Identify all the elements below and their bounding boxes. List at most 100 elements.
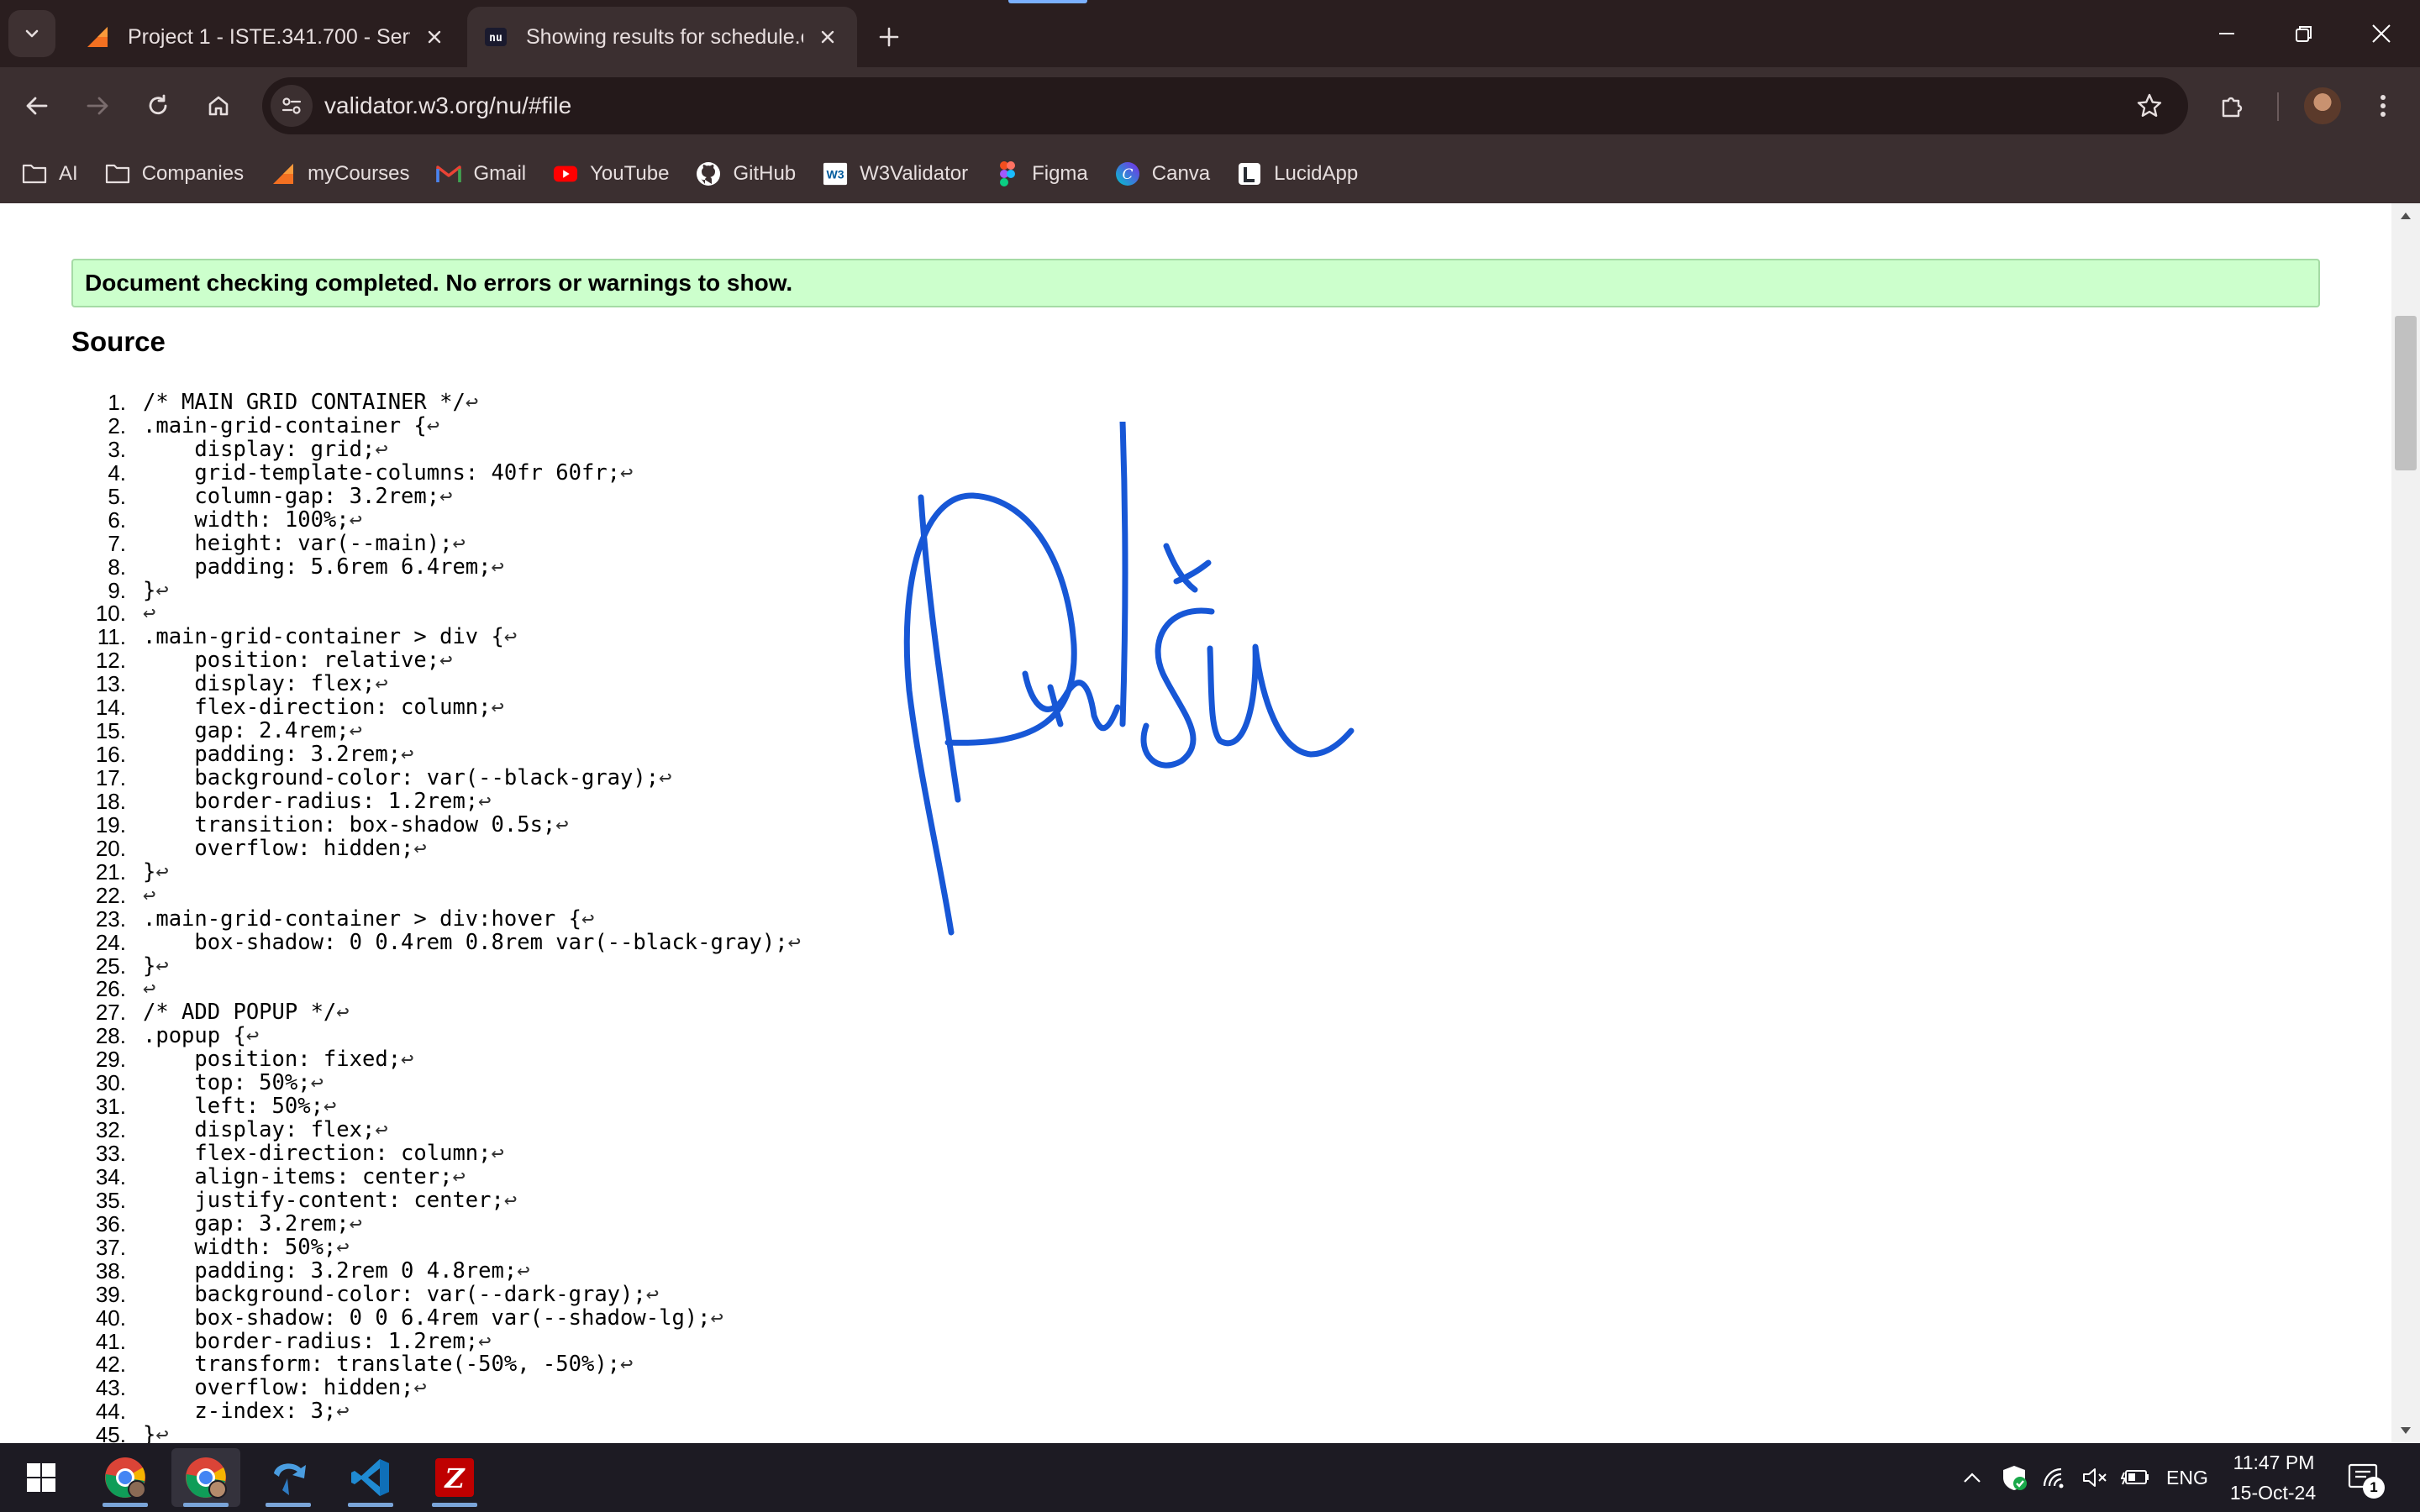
menu-button[interactable] bbox=[2360, 82, 2407, 129]
show-hidden-icons-button[interactable] bbox=[1956, 1462, 1988, 1494]
canva-icon: C bbox=[1115, 161, 1140, 186]
tab-search-button[interactable] bbox=[8, 10, 55, 57]
code-text: grid-template-columns: 40fr 60fr; bbox=[143, 459, 621, 486]
input-language[interactable]: ENG bbox=[2166, 1467, 2208, 1489]
chrome-icon bbox=[105, 1457, 146, 1499]
close-window-button[interactable] bbox=[2356, 12, 2407, 55]
line-number: 18. bbox=[95, 788, 126, 814]
close-tab-icon[interactable] bbox=[422, 24, 447, 50]
folder-icon bbox=[22, 161, 47, 186]
line-number: 2. bbox=[108, 412, 126, 438]
bookmark-mycourses[interactable]: myCourses bbox=[271, 153, 409, 195]
start-button[interactable] bbox=[7, 1448, 76, 1507]
code-text: gap: 2.4rem; bbox=[143, 718, 350, 744]
taskbar-filezilla[interactable]: Z bbox=[420, 1448, 489, 1507]
bookmark-label: myCourses bbox=[308, 162, 410, 185]
bookmark-companies[interactable]: Companies bbox=[105, 153, 244, 195]
line-number: 33. bbox=[95, 1141, 126, 1166]
return-marker: ↩ bbox=[401, 742, 414, 768]
wifi-icon bbox=[2043, 1467, 2064, 1488]
url-text[interactable]: validator.w3.org/nu/#file bbox=[324, 92, 2126, 119]
code-text: height: var(--main); bbox=[143, 530, 453, 556]
address-bar[interactable]: validator.w3.org/nu/#file bbox=[262, 77, 2188, 134]
code-text: padding: 3.2rem 0 4.8rem; bbox=[143, 1257, 518, 1284]
profile-avatar[interactable] bbox=[2304, 87, 2341, 124]
taskbar-vs-code[interactable] bbox=[336, 1448, 405, 1507]
return-marker: ↩ bbox=[620, 459, 634, 486]
code-line: 45.} ↩ bbox=[84, 1423, 801, 1443]
forward-button[interactable] bbox=[74, 82, 121, 129]
star-icon bbox=[2137, 93, 2162, 117]
code-text: box-shadow: 0 0 6.4rem var(--shadow-lg); bbox=[143, 1305, 711, 1331]
windows-taskbar: Z ENG 11:47 PM 15-Oct-24 1 bbox=[0, 1443, 2420, 1512]
code-text: /* ADD POPUP */ bbox=[143, 1000, 337, 1026]
network-tray-icon[interactable] bbox=[2039, 1462, 2070, 1494]
line-number: 9. bbox=[108, 577, 126, 603]
line-number: 4. bbox=[108, 459, 126, 486]
line-number: 24. bbox=[95, 929, 126, 955]
return-marker: ↩ bbox=[620, 1352, 634, 1378]
line-number: 20. bbox=[95, 835, 126, 861]
security-tray-icon[interactable] bbox=[1998, 1462, 2030, 1494]
clock-date[interactable]: 15-Oct-24 bbox=[2225, 1482, 2321, 1504]
volume-tray-icon[interactable] bbox=[2079, 1462, 2111, 1494]
bookmark-lucidapp[interactable]: LucidApp bbox=[1237, 153, 1358, 195]
taskbar-chrome-2[interactable] bbox=[171, 1448, 240, 1507]
minimize-button[interactable] bbox=[2202, 12, 2252, 55]
line-number: 26. bbox=[95, 976, 126, 1002]
new-tab-button[interactable] bbox=[871, 18, 908, 55]
battery-tray-icon[interactable] bbox=[2119, 1462, 2151, 1494]
bookmark-label: Gmail bbox=[473, 162, 527, 185]
line-number: 32. bbox=[95, 1117, 126, 1143]
code-line: 40. box-shadow: 0 0 6.4rem var(--shadow-… bbox=[84, 1305, 801, 1331]
return-marker: ↩ bbox=[375, 1117, 388, 1143]
restore-icon bbox=[2296, 26, 2312, 42]
code-text: width: 50%; bbox=[143, 1234, 337, 1260]
bookmark-github[interactable]: GitHub bbox=[696, 153, 796, 195]
scrollbar-thumb[interactable] bbox=[2395, 316, 2417, 470]
code-line: 13. display: flex; ↩ bbox=[84, 671, 801, 697]
code-text: flex-direction: column; bbox=[143, 1141, 492, 1166]
line-number: 13. bbox=[95, 671, 126, 697]
scroll-up-button[interactable] bbox=[2391, 203, 2420, 228]
bookmark-gmail[interactable]: Gmail bbox=[436, 153, 526, 195]
back-button[interactable] bbox=[13, 82, 60, 129]
bookmark-star-button[interactable] bbox=[2126, 82, 2173, 129]
more-vertical-icon bbox=[2381, 95, 2386, 117]
clock-time[interactable]: 11:47 PM bbox=[2230, 1452, 2317, 1474]
taskbar-chrome-1[interactable] bbox=[91, 1448, 160, 1507]
return-marker: ↩ bbox=[336, 1399, 350, 1425]
bookmark-figma[interactable]: Figma bbox=[995, 153, 1088, 195]
line-number: 19. bbox=[95, 811, 126, 837]
return-marker: ↩ bbox=[517, 1257, 530, 1284]
line-number: 29. bbox=[95, 1047, 126, 1073]
reload-button[interactable] bbox=[134, 82, 182, 129]
code-line: 38. padding: 3.2rem 0 4.8rem; ↩ bbox=[84, 1257, 801, 1284]
tune-icon bbox=[281, 97, 302, 114]
return-marker: ↩ bbox=[439, 483, 453, 509]
code-text: box-shadow: 0 0.4rem 0.8rem var(--black-… bbox=[143, 929, 788, 955]
bookmark-youtube[interactable]: YouTube bbox=[553, 153, 669, 195]
running-indicator bbox=[183, 1503, 229, 1507]
scroll-down-button[interactable] bbox=[2391, 1418, 2420, 1443]
bookmark-w3validator[interactable]: W3 W3Validator bbox=[823, 153, 968, 195]
code-text: position: relative; bbox=[143, 648, 440, 674]
extensions-button[interactable] bbox=[2208, 82, 2255, 129]
code-text: display: flex; bbox=[143, 671, 376, 697]
line-number: 14. bbox=[95, 695, 126, 721]
site-info-button[interactable] bbox=[271, 85, 313, 127]
bookmarks-bar: AI Companies myCourses Gmail YouTube Git… bbox=[0, 144, 2420, 203]
restore-button[interactable] bbox=[2279, 12, 2329, 55]
tab-validator[interactable]: nu Showing results for schedule.css bbox=[467, 7, 857, 67]
close-tab-icon[interactable] bbox=[815, 24, 840, 50]
bookmark-canva[interactable]: C Canva bbox=[1115, 153, 1210, 195]
tab-project[interactable]: Project 1 - ISTE.341.700 - Server bbox=[69, 7, 464, 67]
home-button[interactable] bbox=[195, 82, 242, 129]
tab-title: Showing results for schedule.css bbox=[526, 24, 803, 49]
code-line: 7. height: var(--main); ↩ bbox=[84, 530, 801, 556]
code-text: overflow: hidden; bbox=[143, 1375, 414, 1401]
taskbar-deploy-tool[interactable] bbox=[254, 1448, 323, 1507]
return-marker: ↩ bbox=[478, 788, 492, 814]
bookmark-ai[interactable]: AI bbox=[22, 153, 78, 195]
code-text: column-gap: 3.2rem; bbox=[143, 483, 440, 509]
